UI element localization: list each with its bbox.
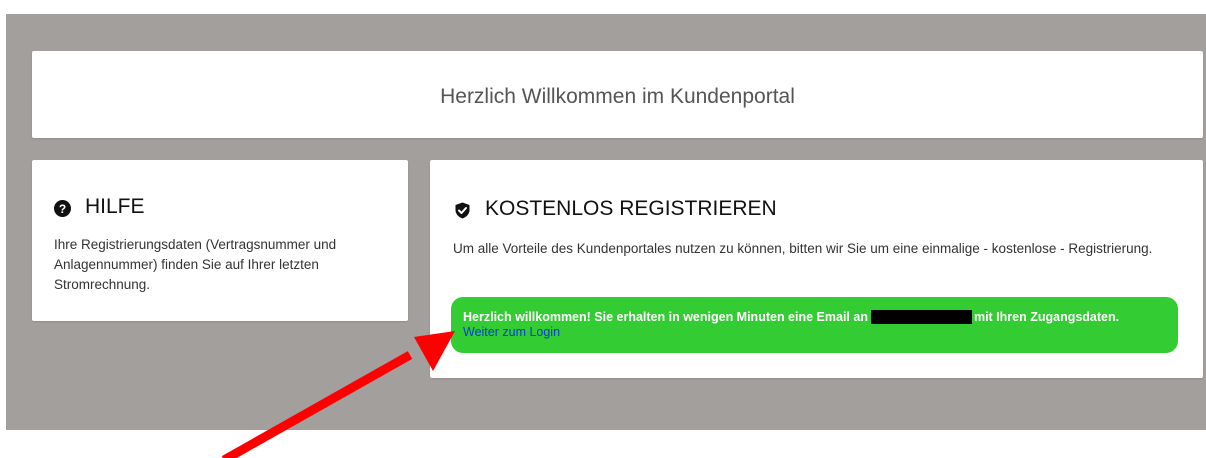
annotation-arrow xyxy=(221,331,455,458)
